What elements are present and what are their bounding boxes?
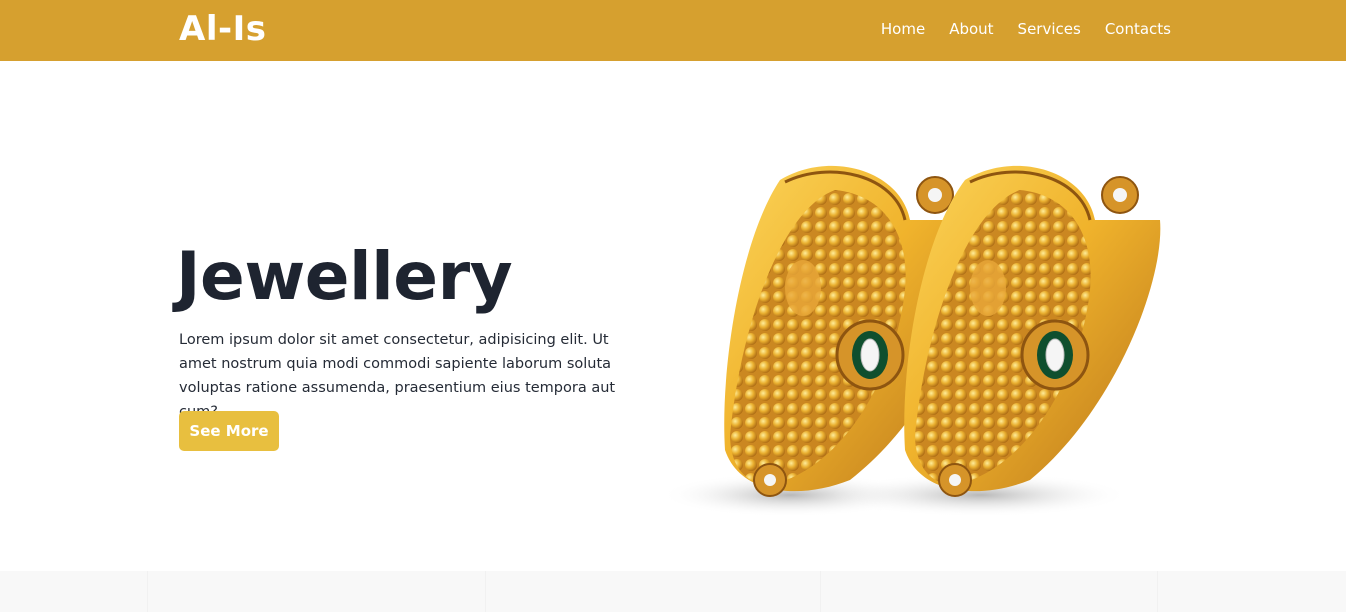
nav-home[interactable]: Home [881, 20, 925, 38]
nav-about[interactable]: About [949, 20, 993, 38]
right-bangle [904, 165, 1161, 497]
see-more-button[interactable]: See More [179, 411, 279, 451]
section-divider [485, 571, 486, 612]
brand-logo[interactable]: Al-Is [179, 9, 266, 49]
next-section-preview [0, 571, 1346, 612]
nav-services[interactable]: Services [1018, 20, 1081, 38]
hero-description: Lorem ipsum dolor sit amet consectetur, … [179, 332, 616, 420]
nav-contacts[interactable]: Contacts [1105, 20, 1171, 38]
main-nav: Home About Services Contacts [881, 20, 1171, 38]
section-divider [1157, 571, 1158, 612]
site-header: Al-Is Home About Services Contacts [0, 0, 1346, 61]
gold-bangles-image [660, 165, 1161, 517]
section-divider [820, 571, 821, 612]
hero-title: Jewellery [176, 238, 513, 315]
section-divider [147, 571, 148, 612]
